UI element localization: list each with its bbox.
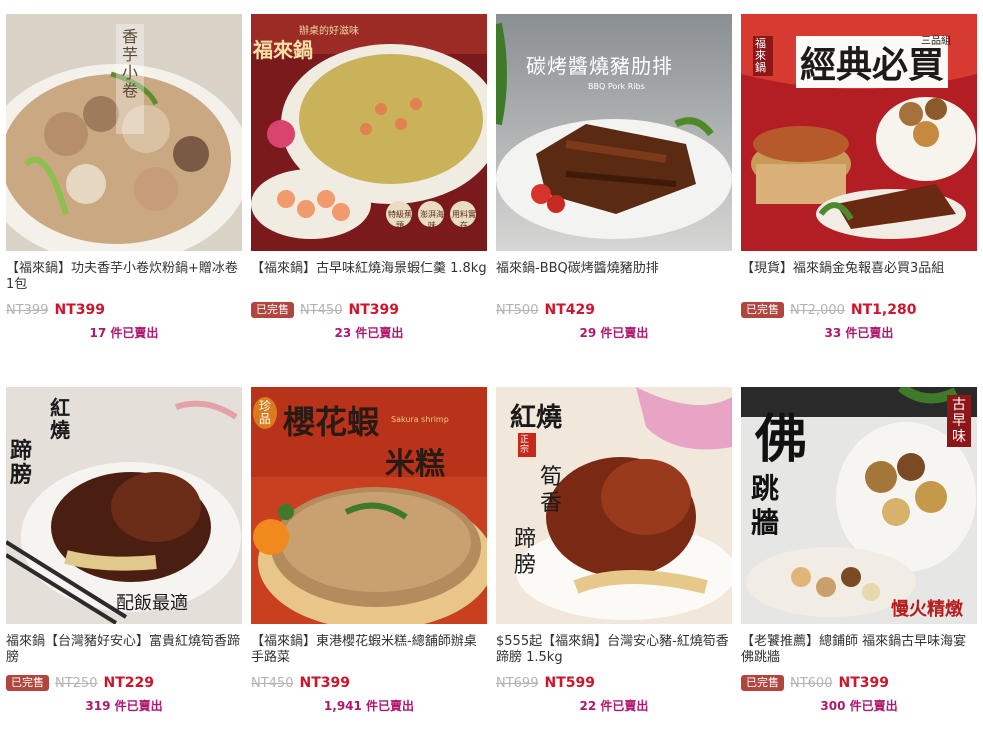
image-title: 紅燒 [510,403,563,433]
image-caption: 香芋小卷 [122,27,139,100]
sold-out-badge: 已完售 [251,302,294,318]
image-feature: 用料實在 [452,210,476,230]
product-image[interactable]: 紅燒 正宗 筍香 蹄膀 [496,387,732,624]
price-line: 已完售 NT250 NT229 [6,673,242,693]
sold-count: 22 件已賣出 [579,699,649,713]
original-price: NT250 [55,675,98,691]
product-image[interactable]: 香芋小卷 [6,14,242,251]
product-card[interactable]: 福來鍋 辦桌的好滋味 特級蕉頭 澎湃海味 用料實在 【福來鍋】古早味紅燒海景蝦仁… [251,14,487,341]
sale-price: NT1,280 [850,302,917,318]
sold-out-badge: 已完售 [741,302,784,318]
image-subtitle: BBQ Pork Ribs [588,82,645,91]
product-card[interactable]: 珍品 櫻花蝦 米糕 Sakura shrimp 【福來鍋】東港櫻花蝦米糕-總舖師… [251,387,487,714]
product-title[interactable]: 福來鍋【台灣豬好安心】富貴紅燒筍香蹄膀 [6,634,242,667]
product-card[interactable]: 香芋小卷 【福來鍋】功夫香芋小卷炊粉鍋+贈冰卷1包 NT399 NT399 17… [6,14,242,341]
image-title: 牆 [751,506,780,539]
image-tag: 珍品 [253,397,277,429]
image-brand: 福來鍋 [253,38,313,62]
sold-out-badge: 已完售 [6,675,49,691]
sale-price: NT399 [54,302,105,318]
sale-price: NT399 [838,675,889,691]
product-card[interactable]: 紅燒 蹄膀 配飯最適 福來鍋【台灣豬好安心】富貴紅燒筍香蹄膀 已完售 NT250… [6,387,242,714]
sold-out-badge: 已完售 [741,675,784,691]
original-price: NT399 [6,302,49,318]
product-title[interactable]: $555起【福來鍋】台灣安心豬-紅燒筍香蹄膀 1.5kg [496,634,732,667]
sold-count: 33 件已賣出 [824,326,894,340]
image-brand: 福來鍋 [753,36,773,76]
image-title: 米糕 [385,447,445,482]
image-slogan: 慢火精燉 [891,599,963,620]
product-image[interactable]: 碳烤醬燒豬肋排 BBQ Pork Ribs [496,14,732,251]
product-card[interactable]: 碳烤醬燒豬肋排 BBQ Pork Ribs 福來鍋-BBQ碳烤醬燒豬肋排 NT5… [496,14,732,341]
product-image[interactable]: 福來鍋 辦桌的好滋味 特級蕉頭 澎湃海味 用料實在 [251,14,487,251]
image-title: 蹄膀 [514,527,537,578]
image-title: 佛 [755,409,808,470]
product-title[interactable]: 【老饕推薦】總鋪師 福來鍋古早味海宴佛跳牆 [741,634,977,667]
price-line: 已完售 NT600 NT399 [741,673,977,693]
sale-price: NT599 [544,675,595,691]
product-title[interactable]: 【福來鍋】東港櫻花蝦米糕-總舖師辦桌手路菜 [251,634,487,667]
product-title[interactable]: 【福來鍋】功夫香芋小卷炊粉鍋+贈冰卷1包 [6,261,242,294]
image-subtitle: Sakura shrimp [391,415,449,424]
product-card[interactable]: 佛 跳 牆 古早味 慢火精燉 【老饕推薦】總鋪師 福來鍋古早味海宴佛跳牆 已完售… [741,387,977,714]
image-title: 蹄膀 [10,438,33,488]
original-price: NT500 [496,302,539,318]
product-image[interactable]: 紅燒 蹄膀 配飯最適 [6,387,242,624]
sold-count: 29 件已賣出 [579,326,649,340]
image-title: 筍香 [540,465,563,516]
image-title: 碳烤醬燒豬肋排 [526,54,673,78]
original-price: NT600 [790,675,833,691]
image-title: 紅燒 [50,396,70,442]
sold-count: 300 件已賣出 [820,699,898,713]
sold-count: 1,941 件已賣出 [323,699,415,713]
sold-count: 319 件已賣出 [85,699,163,713]
sold-count: 17 件已賣出 [89,326,159,340]
price-line: NT399 NT399 [6,300,242,320]
image-tagline: 辦桌的好滋味 [299,26,359,37]
product-image[interactable]: 福來鍋 經典必買 三品組 [741,14,977,251]
price-line: NT450 NT399 [251,673,487,693]
product-card[interactable]: 紅燒 正宗 筍香 蹄膀 $555起【福來鍋】台灣安心豬-紅燒筍香蹄膀 1.5kg… [496,387,732,714]
price-line: NT699 NT599 [496,673,732,693]
sold-count: 23 件已賣出 [334,326,404,340]
sale-price: NT399 [299,675,350,691]
product-title[interactable]: 【福來鍋】古早味紅燒海景蝦仁羹 1.8kg [251,261,487,294]
image-feature: 特級蕉頭 [388,210,412,230]
sale-price: NT399 [348,302,399,318]
image-tag: 古早味 [947,395,971,447]
product-image[interactable]: 珍品 櫻花蝦 米糕 Sakura shrimp [251,387,487,624]
product-title[interactable]: 福來鍋-BBQ碳烤醬燒豬肋排 [496,261,732,294]
product-grid: 香芋小卷 【福來鍋】功夫香芋小卷炊粉鍋+贈冰卷1包 NT399 NT399 17… [0,0,983,731]
price-line: NT500 NT429 [496,300,732,320]
original-price: NT2,000 [790,302,845,318]
original-price: NT699 [496,675,539,691]
image-subtitle: 三品組 [921,36,951,47]
original-price: NT450 [300,302,343,318]
image-title: 櫻花蝦 [283,403,380,441]
product-title[interactable]: 【現貨】福來鍋金兔報喜必買3品組 [741,261,977,294]
image-tag: 正宗 [518,433,536,457]
product-card[interactable]: 福來鍋 經典必買 三品組 【現貨】福來鍋金兔報喜必買3品組 已完售 NT2,00… [741,14,977,341]
image-feature: 澎湃海味 [420,210,444,230]
image-slogan: 配飯最適 [116,593,188,614]
price-line: 已完售 NT2,000 NT1,280 [741,300,977,320]
original-price: NT450 [251,675,294,691]
sale-price: NT229 [103,675,154,691]
product-image[interactable]: 佛 跳 牆 古早味 慢火精燉 [741,387,977,624]
price-line: 已完售 NT450 NT399 [251,300,487,320]
sale-price: NT429 [544,302,595,318]
